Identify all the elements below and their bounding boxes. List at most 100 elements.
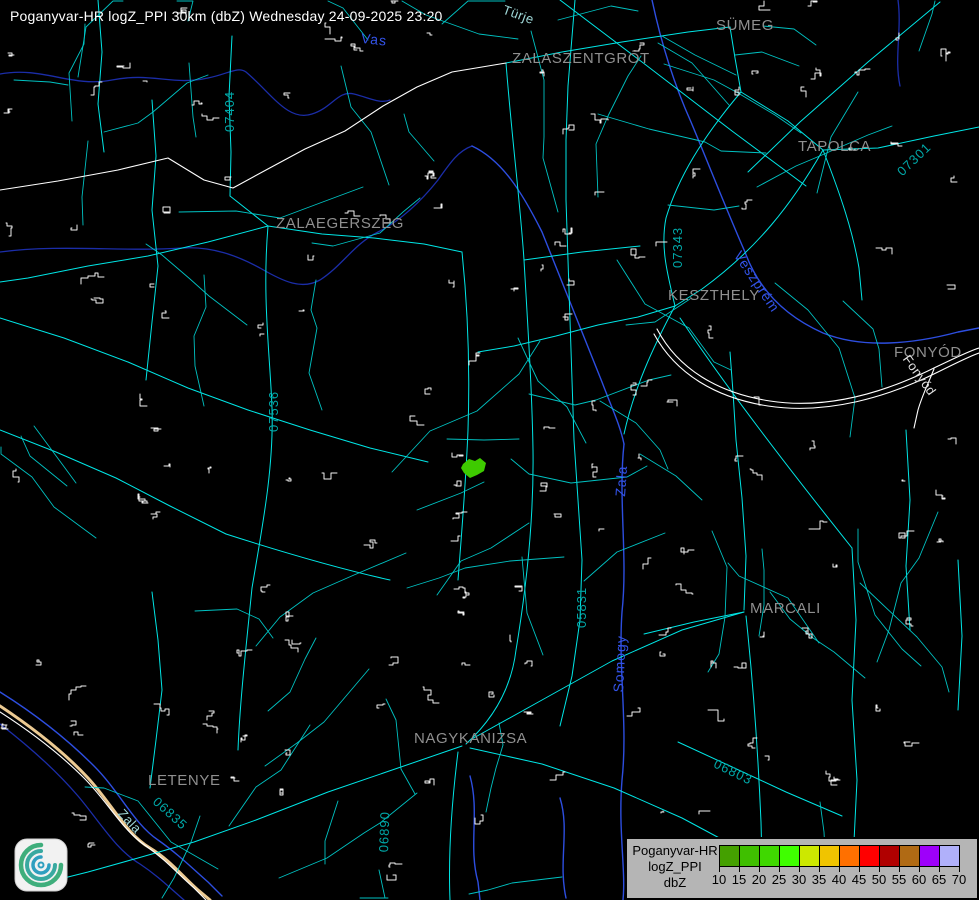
road-line [896,33,899,40]
road-line [410,416,424,425]
settlement-outlines [1,1,957,880]
road-line [154,704,169,715]
road-line [904,742,919,746]
road-line [742,200,752,209]
road-line [164,464,170,467]
legend-swatch-40 [839,845,860,867]
road-line [389,863,402,867]
road-line [823,150,862,300]
road-line [947,285,955,289]
road-line [162,311,169,318]
road-line [518,338,586,443]
road-line [899,531,914,538]
road-line [735,456,743,461]
road-line [447,439,519,440]
legend-tick-70: 70 [944,872,974,887]
road-line [624,306,675,434]
road-line [469,877,562,894]
road-line [823,127,979,150]
major-road-line [654,334,979,408]
road-line [735,52,799,66]
road-line [425,388,431,394]
road-line [299,310,304,311]
road-line [596,56,641,197]
road-line [437,523,529,595]
road-line [584,533,665,581]
road-line [676,584,693,594]
road-line [117,63,130,68]
road-line [770,592,865,678]
road-line [322,473,337,479]
road-line [687,87,693,91]
road-line [364,540,377,548]
road-line [817,92,858,193]
road-line [423,687,439,703]
road-line [748,738,757,748]
road-line [226,534,390,580]
road-line [286,612,293,621]
road-line [550,772,565,780]
road-line [449,752,458,900]
road-line [708,710,724,721]
road-line [407,557,564,588]
road-line [599,529,604,531]
road-line [759,1,770,10]
road-line [69,24,85,121]
road-line [470,612,744,740]
road-line [811,68,821,79]
road-line [750,469,762,480]
road-line [627,708,640,716]
legend-swatch-20 [759,845,780,867]
road-line [680,318,852,548]
road-line [241,735,247,742]
road-line [14,80,68,85]
road-line [70,721,76,726]
river-border-line [0,146,472,284]
road-line [555,242,566,246]
road-line [708,531,727,672]
road-line [345,211,360,216]
road-line [661,811,664,813]
road-line [801,87,806,97]
road-line [280,789,283,795]
road-line [425,173,436,179]
road-line [860,583,949,692]
road-line [711,661,716,668]
road-line [598,114,766,153]
road-line [454,481,461,486]
spiral-logo-icon [14,838,68,892]
road-line [486,723,503,812]
road-line [855,69,870,75]
road-line [667,400,677,406]
road-line [660,652,665,656]
road-line [730,352,746,610]
road-line [876,248,892,254]
road-line [735,87,739,95]
road-line [640,454,702,500]
road-line [248,410,428,462]
legend-swatch-25 [779,845,800,867]
road-line [458,611,464,615]
road-line [325,37,342,41]
road-line [377,704,385,708]
road-line [387,875,396,880]
road-line [72,813,86,820]
road-line [40,746,462,884]
road-line [434,204,442,208]
road-line [1,724,8,729]
road-line [260,334,264,336]
road-line [195,609,273,638]
road-line [256,553,406,646]
road-line [208,467,211,473]
road-line [1,447,96,538]
major-road-line [914,369,934,428]
road-line [309,280,322,410]
road-line [525,661,532,666]
road-network [0,0,979,900]
road-line [951,176,957,182]
road-line [231,777,239,781]
road-line [74,732,83,735]
major-road-line [657,329,979,403]
road-line [425,779,434,785]
road-line [203,724,218,733]
